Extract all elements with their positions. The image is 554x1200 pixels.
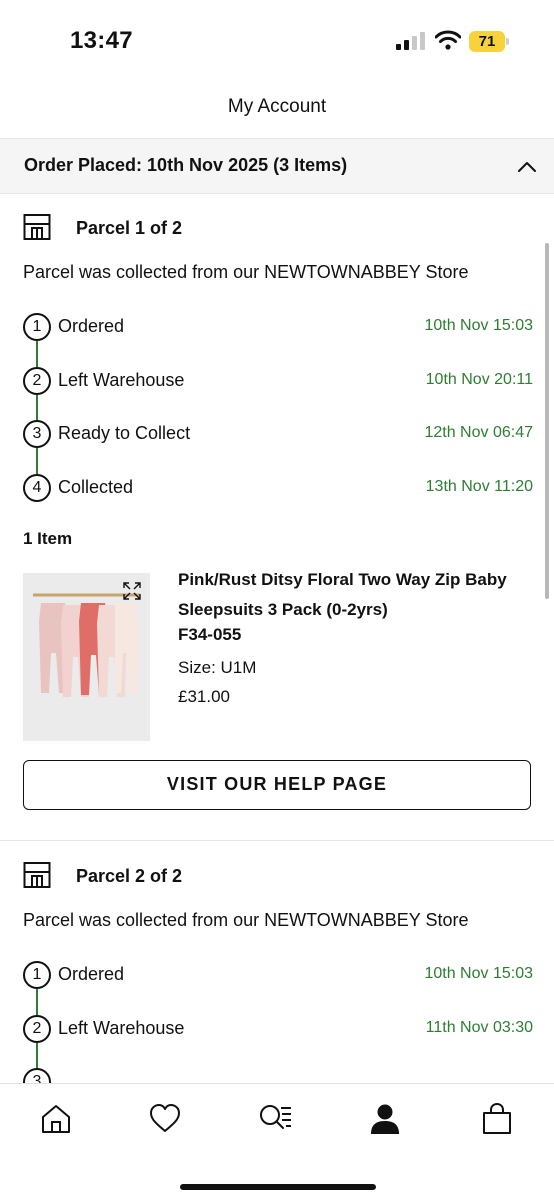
timeline-connector: [36, 448, 38, 474]
home-indicator: [180, 1184, 376, 1190]
search-list-icon[interactable]: [258, 1102, 292, 1136]
product-size: Size: U1M: [178, 658, 257, 677]
timeline-step-3: 3: [23, 1068, 533, 1083]
store-icon: [23, 214, 51, 240]
parcel-divider: [0, 840, 554, 841]
expand-icon[interactable]: [122, 581, 142, 601]
wifi-icon: [435, 30, 461, 50]
chevron-up-icon[interactable]: [516, 156, 538, 178]
step-time: 10th Nov 15:03: [424, 965, 533, 982]
parcel-description: Parcel was collected from our NEWTOWNABB…: [23, 910, 469, 930]
timeline-connector: [36, 1043, 38, 1069]
heart-icon[interactable]: [148, 1102, 182, 1136]
status-time: 13:47: [70, 27, 133, 54]
store-icon: [23, 862, 51, 888]
parcel-title: Parcel 1 of 2: [76, 218, 183, 238]
battery-icon: 71: [469, 31, 509, 52]
timeline-step-ordered: 1 Ordered 10th Nov 15:03: [23, 313, 533, 341]
timeline-step-left-warehouse: 2 Left Warehouse 10th Nov 20:11: [23, 367, 533, 395]
order-title: Order Placed: 10th Nov 2025 (3 Items): [24, 155, 348, 175]
timeline-connector: [36, 341, 38, 367]
step-number: 2: [23, 1015, 51, 1043]
step-label: Ordered: [58, 964, 125, 984]
parcel-title: Parcel 2 of 2: [76, 866, 183, 886]
timeline-connector: [36, 989, 38, 1015]
battery-level: 71: [478, 33, 496, 50]
account-icon[interactable]: [368, 1102, 402, 1136]
timeline-connector: [36, 395, 38, 421]
scrollbar[interactable]: [545, 243, 549, 599]
parcel-description: Parcel was collected from our NEWTOWNABB…: [23, 262, 469, 282]
bag-icon[interactable]: [480, 1102, 514, 1136]
product-image[interactable]: [23, 573, 150, 741]
home-icon[interactable]: [39, 1102, 73, 1136]
step-number: 1: [23, 961, 51, 989]
status-bar: 13:47 71: [0, 0, 554, 82]
step-time: 10th Nov 15:03: [424, 317, 533, 334]
product-name[interactable]: Pink/Rust Ditsy Floral Two Way Zip Baby …: [178, 565, 528, 625]
product-code: F34-055: [178, 625, 242, 644]
step-time: 11th Nov 03:30: [425, 1019, 533, 1036]
step-label: Ordered: [58, 316, 125, 336]
timeline-step-collected: 4 Collected 13th Nov 11:20: [23, 474, 533, 502]
bottom-nav: [0, 1083, 554, 1200]
items-count: 1 Item: [23, 529, 73, 548]
step-number: 3: [23, 420, 51, 448]
step-number: 2: [23, 367, 51, 395]
timeline-step-ordered: 1 Ordered 10th Nov 15:03: [23, 961, 533, 989]
step-number: 3: [23, 1068, 51, 1083]
step-time: 12th Nov 06:47: [424, 424, 533, 441]
step-label: Collected: [58, 477, 134, 497]
step-time: 13th Nov 11:20: [425, 478, 533, 495]
step-label: Ready to Collect: [58, 423, 191, 443]
step-label: Left Warehouse: [58, 1018, 185, 1038]
visit-help-page-button[interactable]: VISIT OUR HELP PAGE: [23, 760, 531, 810]
timeline-step-ready-to-collect: 3 Ready to Collect 12th Nov 06:47: [23, 420, 533, 448]
product-price: £31.00: [178, 687, 230, 706]
order-details-scroll[interactable]: Parcel 1 of 2 Parcel was collected from …: [0, 195, 554, 1083]
timeline-step-left-warehouse: 2 Left Warehouse 11th Nov 03:30: [23, 1015, 533, 1043]
step-number: 1: [23, 313, 51, 341]
order-header[interactable]: Order Placed: 10th Nov 2025 (3 Items): [0, 138, 554, 194]
step-number: 4: [23, 474, 51, 502]
page-title: My Account: [227, 96, 327, 117]
step-time: 10th Nov 20:11: [425, 371, 533, 388]
cellular-signal-icon: [396, 32, 425, 50]
step-label: Left Warehouse: [58, 370, 185, 390]
